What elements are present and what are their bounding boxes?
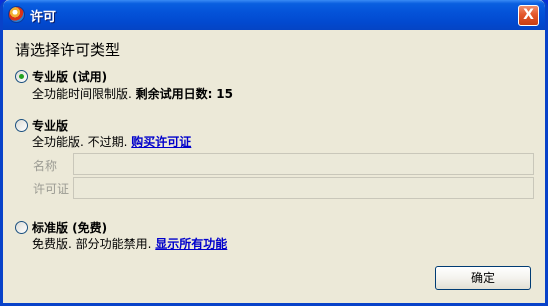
buy-license-link[interactable]: 购买许可证 — [131, 135, 191, 149]
close-button[interactable]: X — [518, 5, 539, 26]
dialog-body: 请选择许可类型 专业版 (试用) 全功能时间限制版. 剩余试用日数: 15 专业… — [3, 30, 545, 303]
radio-standard-free[interactable] — [15, 221, 28, 234]
option-professional-trial-title[interactable]: 专业版 (试用) — [32, 68, 107, 85]
option-professional-desc: 全功能版. 不过期. 购买许可证 — [32, 133, 191, 150]
professional-desc-text: 全功能版. 不过期. — [32, 135, 128, 149]
name-field[interactable] — [73, 153, 534, 175]
trial-desc-text: 全功能时间限制版. — [32, 87, 132, 101]
license-field[interactable] — [73, 177, 534, 199]
app-logo-icon — [8, 6, 25, 23]
ok-button[interactable]: 确定 — [435, 266, 531, 290]
window-title: 许可 — [30, 10, 57, 25]
option-standard-title[interactable]: 标准版 (免费) — [32, 219, 107, 236]
standard-desc-text: 免费版. 部分功能禁用. — [32, 237, 152, 251]
license-dialog: 许可 X 请选择许可类型 专业版 (试用) 全功能时间限制版. 剩余试用日数: … — [0, 0, 548, 306]
license-field-label: 许可证 — [33, 182, 70, 196]
option-professional-trial-desc: 全功能时间限制版. 剩余试用日数: 15 — [32, 85, 233, 102]
remaining-days-label: 剩余试用日数: — [135, 87, 213, 101]
name-field-label: 名称 — [33, 159, 58, 173]
option-standard-desc: 免费版. 部分功能禁用. 显示所有功能 — [32, 235, 227, 252]
radio-professional[interactable] — [15, 119, 28, 132]
radio-professional-trial[interactable] — [15, 70, 28, 83]
remaining-days-value: 15 — [216, 87, 233, 101]
show-all-features-link[interactable]: 显示所有功能 — [155, 237, 227, 251]
option-professional-title[interactable]: 专业版 — [32, 117, 68, 134]
page-title: 请选择许可类型 — [15, 41, 121, 59]
title-bar[interactable]: 许可 X — [3, 0, 545, 30]
close-icon: X — [523, 7, 534, 23]
